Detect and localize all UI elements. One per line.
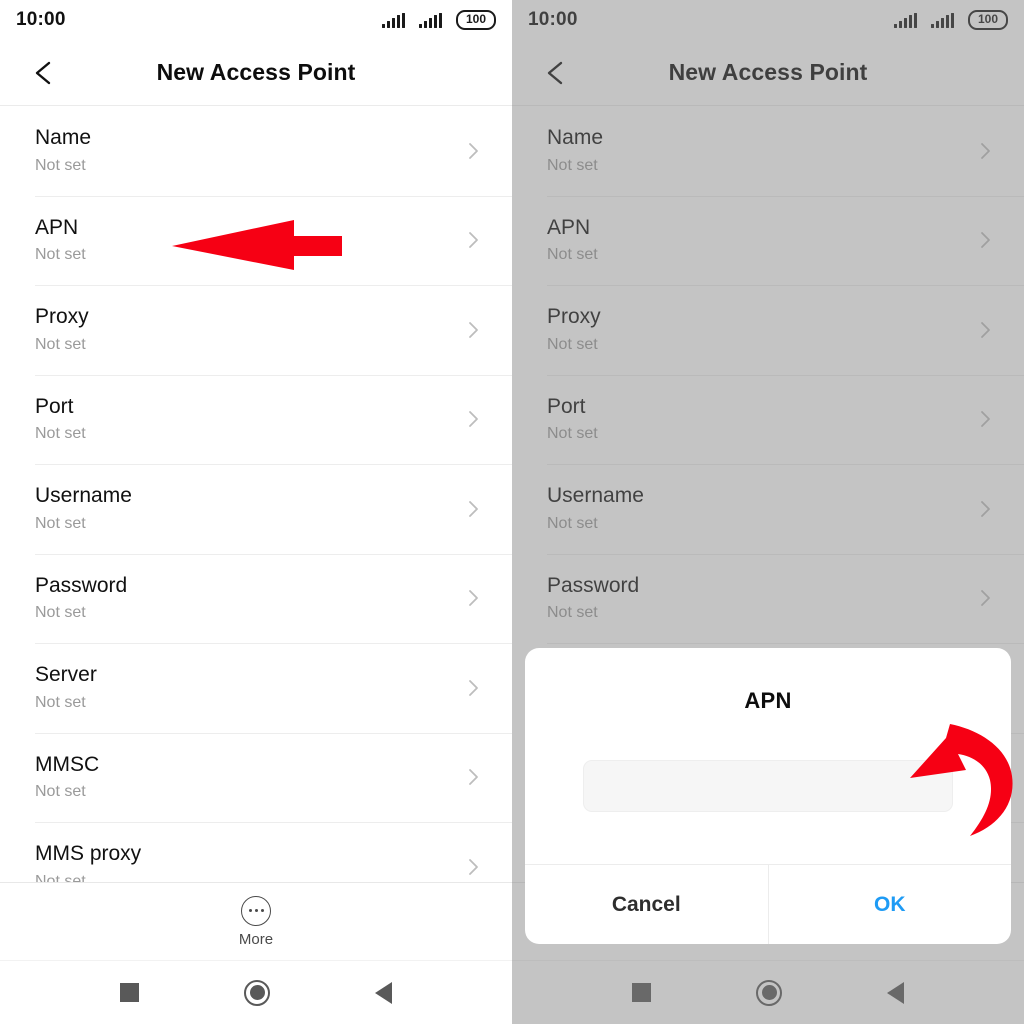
list-item-label: Username bbox=[547, 484, 644, 508]
status-bar: 10:00 100 bbox=[0, 0, 512, 40]
chevron-right-icon bbox=[464, 589, 482, 607]
more-label: More bbox=[238, 930, 274, 948]
status-bar-clock: 10:00 bbox=[16, 9, 66, 30]
status-bar-clock: 10:00 bbox=[528, 9, 578, 30]
chevron-right-icon bbox=[464, 410, 482, 428]
more-toolbar[interactable]: More bbox=[0, 882, 512, 960]
phone-screen-left: 10:00 100 New Access Point Name Not set … bbox=[0, 0, 512, 1024]
apn-dialog-actions: Cancel OK bbox=[525, 864, 1011, 944]
list-item-value: Not set bbox=[35, 156, 86, 174]
list-item-label: Proxy bbox=[547, 305, 601, 329]
list-item-label: Password bbox=[547, 573, 640, 597]
app-bar: New Access Point bbox=[0, 40, 512, 106]
list-item-value: Not set bbox=[547, 514, 598, 532]
signal-bars-icon bbox=[382, 12, 405, 28]
list-item-value: Not set bbox=[547, 246, 598, 264]
list-item[interactable]: Proxy Not set bbox=[512, 285, 1024, 375]
status-bar-icons: 100 bbox=[894, 10, 1008, 30]
status-bar-icons: 100 bbox=[382, 10, 496, 30]
chevron-right-icon bbox=[464, 500, 482, 518]
list-item-label: Port bbox=[35, 394, 74, 418]
list-item[interactable]: APN Not set bbox=[512, 195, 1024, 286]
square-recents-icon[interactable] bbox=[632, 983, 651, 1002]
list-item-value: Not set bbox=[35, 514, 86, 532]
circle-home-icon[interactable] bbox=[756, 979, 782, 1006]
list-item-label: Server bbox=[35, 663, 97, 687]
list-item-label: Name bbox=[547, 126, 604, 150]
list-item-value: Not set bbox=[35, 604, 86, 622]
list-item[interactable]: Password Not set bbox=[0, 553, 512, 644]
chevron-right-icon bbox=[464, 768, 482, 786]
apn-input[interactable] bbox=[583, 760, 953, 812]
screenshot-root: 10:00 100 New Access Point Name Not set … bbox=[0, 0, 1024, 1024]
list-item-value: Not set bbox=[547, 156, 598, 174]
list-item-value: Not set bbox=[547, 425, 598, 443]
list-item-value: Not set bbox=[35, 335, 86, 353]
chevron-right-icon bbox=[976, 142, 994, 160]
android-nav-bar bbox=[512, 960, 1024, 1024]
triangle-back-icon[interactable] bbox=[375, 981, 392, 1004]
list-item-label: Port bbox=[547, 394, 586, 418]
android-nav-bar bbox=[0, 960, 512, 1024]
back-button[interactable] bbox=[542, 59, 570, 87]
list-item-value: Not set bbox=[547, 604, 598, 622]
list-item[interactable]: Port Not set bbox=[0, 374, 512, 465]
list-item[interactable]: Name Not set bbox=[512, 106, 1024, 196]
chevron-right-icon bbox=[976, 321, 994, 339]
red-left-arrow-icon bbox=[172, 220, 342, 270]
signal-bars-icon bbox=[894, 12, 917, 28]
phone-screen-right: 10:00 100 New Access Point Name Not set … bbox=[512, 0, 1024, 1024]
list-item-value: Not set bbox=[35, 783, 86, 801]
battery-icon: 100 bbox=[968, 10, 1008, 30]
list-item-label: APN bbox=[547, 215, 591, 239]
list-item[interactable]: Password Not set bbox=[512, 553, 1024, 644]
battery-icon: 100 bbox=[456, 10, 496, 30]
list-item[interactable]: Server Not set bbox=[0, 643, 512, 733]
chevron-right-icon bbox=[976, 231, 994, 249]
chevron-right-icon bbox=[976, 589, 994, 607]
list-item[interactable]: Port Not set bbox=[512, 374, 1024, 465]
list-item[interactable]: Username Not set bbox=[0, 464, 512, 554]
app-bar: New Access Point bbox=[512, 40, 1024, 106]
list-item-label: Name bbox=[35, 126, 92, 150]
apn-dialog-title: APN bbox=[744, 688, 792, 713]
chevron-right-icon bbox=[464, 321, 482, 339]
overflow-dots-circle-icon bbox=[241, 895, 271, 926]
list-item-label: MMS proxy bbox=[35, 842, 142, 866]
chevron-right-icon bbox=[464, 142, 482, 160]
back-button[interactable] bbox=[30, 59, 58, 87]
chevron-right-icon bbox=[464, 858, 482, 876]
list-item-value: Not set bbox=[547, 335, 598, 353]
list-item-label: Password bbox=[35, 573, 128, 597]
list-item-value: Not set bbox=[35, 693, 86, 711]
circle-home-icon[interactable] bbox=[244, 979, 270, 1006]
list-item[interactable]: MMSC Not set bbox=[0, 732, 512, 823]
status-bar: 10:00 100 bbox=[512, 0, 1024, 40]
list-item[interactable]: Name Not set bbox=[0, 106, 512, 196]
list-item-label: Proxy bbox=[35, 305, 89, 329]
list-item[interactable]: Proxy Not set bbox=[0, 285, 512, 375]
cancel-button[interactable]: Cancel bbox=[525, 865, 768, 944]
ok-button[interactable]: OK bbox=[767, 865, 1012, 944]
page-title: New Access Point bbox=[668, 59, 868, 85]
square-recents-icon[interactable] bbox=[120, 983, 139, 1002]
chevron-right-icon bbox=[464, 679, 482, 697]
red-curved-arrow-icon bbox=[910, 724, 1013, 836]
triangle-back-icon[interactable] bbox=[887, 981, 904, 1004]
page-title: New Access Point bbox=[156, 59, 356, 85]
list-item[interactable]: Username Not set bbox=[512, 464, 1024, 554]
list-item-label: MMSC bbox=[35, 752, 100, 776]
chevron-right-icon bbox=[464, 231, 482, 249]
list-item-value: Not set bbox=[35, 425, 86, 443]
list-item-label: Username bbox=[35, 484, 132, 508]
chevron-right-icon bbox=[976, 410, 994, 428]
signal-bars-icon bbox=[931, 12, 954, 28]
chevron-right-icon bbox=[976, 500, 994, 518]
signal-bars-icon bbox=[419, 12, 442, 28]
